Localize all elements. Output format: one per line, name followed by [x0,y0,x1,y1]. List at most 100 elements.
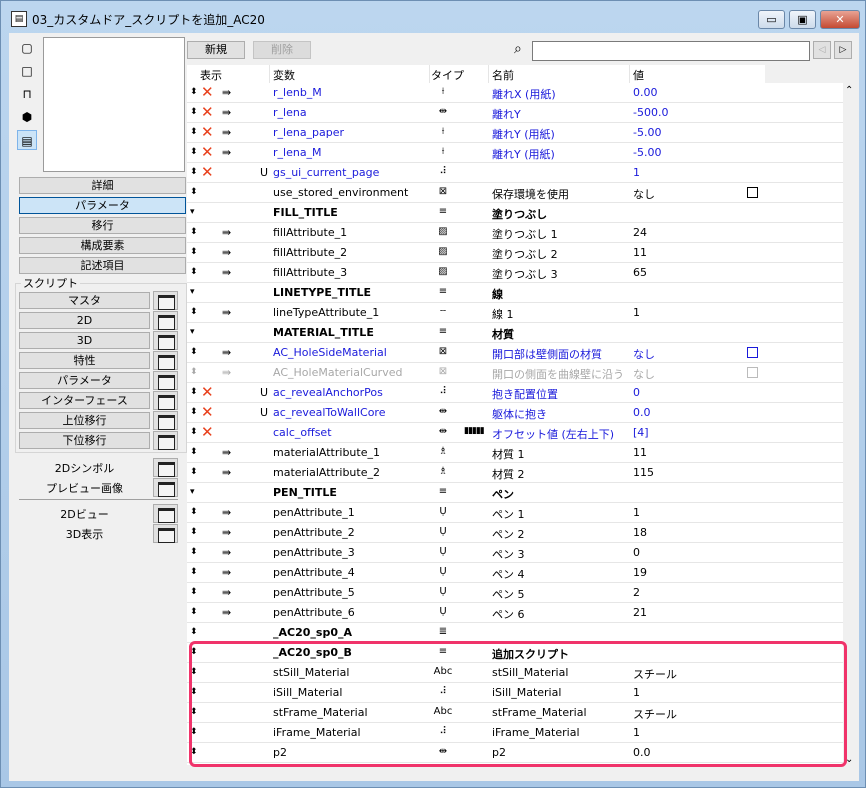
parameter-value[interactable]: 18 [633,526,647,539]
parameter-value[interactable]: 0 [633,546,640,559]
variable-name[interactable]: penAttribute_4 [273,566,355,579]
reorder-handle-icon[interactable]: ⬍ [190,707,198,717]
table-row[interactable]: ⬍ ✕ ⇛ r_lena_M ⟊ 離れY (用紙) -5.00 [187,143,843,163]
parameter-type-icon[interactable]: ⊠ [432,186,454,197]
table-row[interactable]: ⬍ ✕ ⇛ r_lena_paper ⟊ 離れY (用紙) -5.00 [187,123,843,143]
indent-icon[interactable]: ⇛ [222,86,231,99]
open-window-icon[interactable] [153,371,178,390]
parameter-name[interactable]: 材質 [492,326,514,342]
indent-icon[interactable]: ⇛ [222,586,231,599]
parameter-name[interactable]: 塗りつぶし 2 [492,246,558,262]
table-row[interactable]: ⬍ stFrame_Material Abc stFrame_Material スチール [187,703,843,723]
parameter-value[interactable]: -5.00 [633,146,661,159]
variable-name[interactable]: r_lena_M [273,146,322,159]
reorder-handle-icon[interactable]: ⬍ [190,747,198,757]
hide-x-icon[interactable]: ✕ [201,123,214,141]
extra-item-label[interactable]: 2Dシンボル [19,460,150,476]
parameter-type-icon[interactable]: ⊠ [432,366,454,377]
parameter-type-icon[interactable]: ⇹ [432,426,454,437]
variable-name[interactable]: stFrame_Material [273,706,368,719]
table-row[interactable]: ▾ PEN_TITLE ≡ ペン [187,483,843,503]
indent-icon[interactable]: ⇛ [222,346,231,359]
extra-item-label[interactable]: プレビュー画像 [19,480,150,496]
hide-x-icon[interactable]: ✕ [201,423,214,441]
next-button[interactable]: ▷ [834,41,852,59]
parameter-value[interactable]: 0.0 [633,746,651,759]
reorder-handle-icon[interactable]: ⬍ [190,627,198,637]
parameter-value[interactable]: 1 [633,506,640,519]
parameter-name[interactable]: 離れY (用紙) [492,146,555,162]
parameter-type-icon[interactable]: ⠼ [432,686,454,697]
parameter-type-icon[interactable]: Ụ [432,586,454,597]
parameter-value[interactable]: なし [633,186,655,202]
table-row[interactable]: ⬍ ⇛ penAttribute_2 Ụ ペン 2 18 [187,523,843,543]
parameter-type-icon[interactable]: ┄ [432,306,454,317]
parameter-type-icon[interactable]: Ụ [432,546,454,557]
indent-icon[interactable]: ⇛ [222,506,231,519]
delete-button[interactable]: 削除 [253,41,311,59]
square-icon[interactable]: □ [17,61,37,81]
array-icon[interactable]: ▮▮▮▮▮ [464,426,485,436]
scroll-down-icon[interactable]: ⌄ [845,754,853,765]
table-row[interactable]: ▾ LINETYPE_TITLE ≡ 線 [187,283,843,303]
reorder-handle-icon[interactable]: ⬍ [190,727,198,737]
indent-icon[interactable]: ⇛ [222,526,231,539]
reorder-handle-icon[interactable]: ⬍ [190,307,198,317]
parameter-name[interactable]: ペン 2 [492,526,525,542]
col-show[interactable]: 表示 [200,67,222,83]
view-item-label[interactable]: 3D表示 [19,526,150,542]
variable-name[interactable]: AC_HoleSideMaterial [273,346,387,359]
2d-view-icon[interactable]: ▢ [17,38,37,58]
hide-x-icon[interactable]: ✕ [201,103,214,121]
indent-icon[interactable]: ⇛ [222,366,231,379]
script-button[interactable]: パラメータ [19,372,150,389]
open-window-icon[interactable] [153,411,178,430]
variable-name[interactable]: _AC20_sp0_A [273,626,352,639]
reorder-handle-icon[interactable]: ▾ [190,207,195,217]
close-button[interactable]: ✕ [820,10,860,29]
parameter-name[interactable]: 材質 2 [492,466,525,482]
parameter-value[interactable]: 1 [633,306,640,319]
indent-icon[interactable]: ⇛ [222,306,231,319]
indent-icon[interactable]: ⇛ [222,146,231,159]
view-item-label[interactable]: 2Dビュー [19,506,150,522]
reorder-handle-icon[interactable]: ⬍ [190,167,198,177]
new-button[interactable]: 新規 [187,41,245,59]
panel-button[interactable]: 移行 [19,217,186,234]
indent-icon[interactable]: ⇛ [222,546,231,559]
parameter-name[interactable]: p2 [492,746,506,759]
variable-name[interactable]: ac_revealAnchorPos [273,386,383,399]
variable-name[interactable]: materialAttribute_1 [273,446,380,459]
parameter-value[interactable]: -500.0 [633,106,668,119]
variable-name[interactable]: penAttribute_1 [273,506,355,519]
parameter-value[interactable]: 0.00 [633,86,658,99]
indent-icon[interactable]: ⇛ [222,126,231,139]
parameter-type-icon[interactable]: ≡ [432,206,454,217]
table-row[interactable]: ⬍ ⇛ AC_HoleSideMaterial ⊠ 開口部は壁側面の材質 なし [187,343,843,363]
parameter-type-icon[interactable]: ♗ [432,446,454,457]
reorder-handle-icon[interactable]: ⬍ [190,387,198,397]
hide-x-icon[interactable]: ✕ [201,83,214,101]
reorder-handle-icon[interactable]: ⬍ [190,667,198,677]
parameter-type-icon[interactable]: ⟊ [432,146,454,157]
panel-button[interactable]: 構成要素 [19,237,186,254]
value-checkbox[interactable] [747,347,758,358]
variable-name[interactable]: penAttribute_6 [273,606,355,619]
reorder-handle-icon[interactable]: ⬍ [190,547,198,557]
parameter-value[interactable]: 65 [633,266,647,279]
parameter-name[interactable]: 躯体に抱き [492,406,547,422]
table-row[interactable]: ⬍ ⇛ materialAttribute_2 ♗ 材質 2 115 [187,463,843,483]
parameter-name[interactable]: 線 [492,286,503,302]
script-button[interactable]: 上位移行 [19,412,150,429]
reorder-handle-icon[interactable]: ⬍ [190,147,198,157]
variable-name[interactable]: stSill_Material [273,666,349,679]
parameter-name[interactable]: ペン [492,486,514,502]
script-button[interactable]: 3D [19,332,150,349]
table-row[interactable]: ⬍ ⇛ materialAttribute_1 ♗ 材質 1 11 [187,443,843,463]
reorder-handle-icon[interactable]: ⬍ [190,107,198,117]
parameter-value[interactable]: 21 [633,606,647,619]
table-row[interactable]: ⬍ ⇛ lineTypeAttribute_1 ┄ 線 1 1 [187,303,843,323]
variable-name[interactable]: PEN_TITLE [273,486,337,499]
horizontal-scrollbar[interactable] [187,765,857,779]
reorder-handle-icon[interactable]: ⬍ [190,247,198,257]
